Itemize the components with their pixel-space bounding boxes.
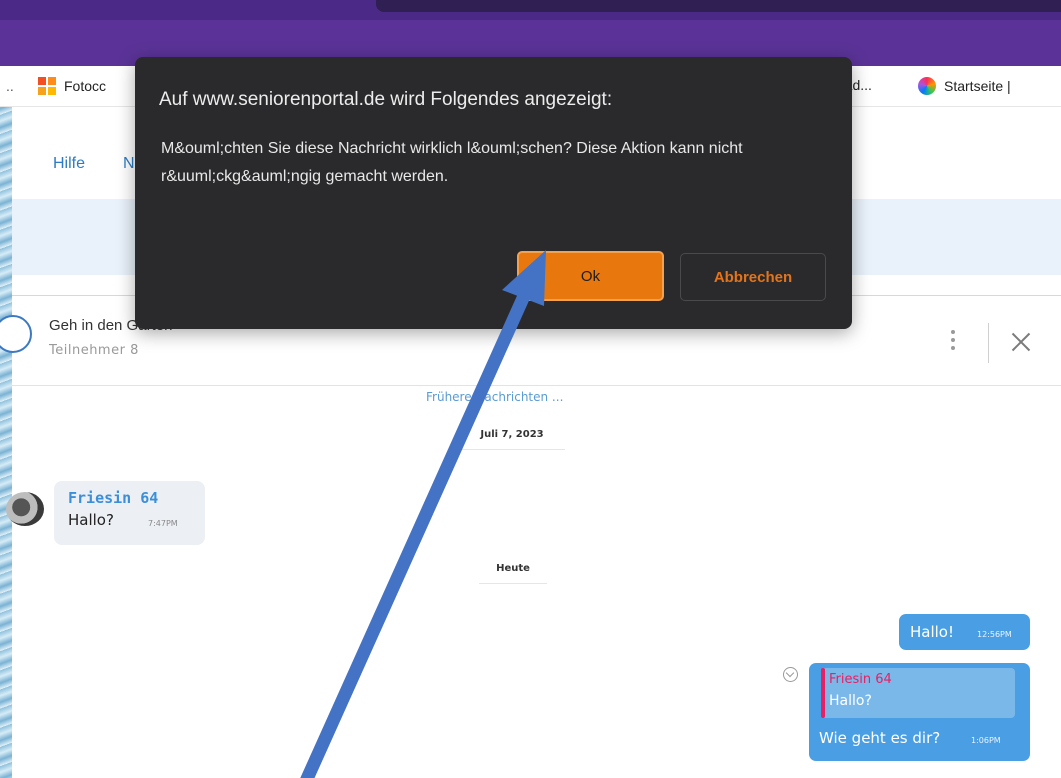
message-sender[interactable]: Friesin 64	[68, 489, 158, 507]
bookmark-label: Fotocc	[64, 78, 107, 94]
ok-button[interactable]: Ok	[517, 251, 664, 301]
dialog-message: M&ouml;chten Sie diese Nachricht wirklic…	[161, 140, 743, 185]
chevron-down-icon[interactable]	[783, 667, 798, 682]
date-separator: Heute	[479, 559, 547, 584]
bookmark-label: Startseite |	[944, 78, 1011, 94]
creative-cloud-icon	[918, 77, 936, 95]
date-separator: Juli 7, 2023	[459, 425, 565, 450]
load-earlier-messages[interactable]: Frühere Nachrichten ...	[426, 390, 563, 404]
address-bar[interactable]	[376, 0, 1061, 12]
bookmark-startseite[interactable]: Startseite |	[918, 77, 1011, 95]
message-text: Hallo!	[910, 623, 954, 641]
message-time: 12:56PM	[977, 630, 1012, 639]
message-incoming[interactable]: Friesin 64 Hallo? 7:47PM	[54, 481, 205, 545]
desktop-frame-left	[0, 0, 12, 778]
nav-link-partial[interactable]: N	[123, 155, 135, 173]
chat-participants[interactable]: Teilnehmer 8	[49, 343, 139, 358]
avatar[interactable]	[6, 492, 44, 526]
quote-accent-bar	[821, 668, 825, 718]
divider	[12, 385, 1061, 386]
message-outgoing[interactable]: Hallo! 12:56PM	[899, 614, 1030, 650]
bookmarks-overflow[interactable]: ..	[6, 78, 14, 94]
more-options-icon[interactable]	[950, 330, 956, 354]
chat-panel: Geh in den Garten Teilnehmer 8 Frühere N…	[0, 275, 1061, 778]
quote-text: Hallo?	[829, 693, 872, 709]
quote-sender: Friesin 64	[829, 672, 892, 687]
quoted-message[interactable]: Friesin 64 Hallo?	[821, 668, 1015, 718]
browser-titlebar	[0, 0, 1061, 20]
bookmark-fotocc[interactable]: Fotocc	[38, 77, 106, 95]
confirm-dialog: Auf www.seniorenportal.de wird Folgendes…	[135, 57, 852, 329]
message-time: 7:47PM	[148, 519, 178, 528]
divider	[988, 323, 989, 363]
dialog-title: Auf www.seniorenportal.de wird Folgendes…	[159, 89, 613, 110]
close-icon[interactable]	[1008, 329, 1034, 355]
message-text: Wie geht es dir?	[819, 729, 941, 747]
group-avatar[interactable]	[0, 315, 32, 353]
message-outgoing-reply[interactable]: Friesin 64 Hallo? Wie geht es dir? 1:06P…	[809, 663, 1030, 761]
microsoft-tile-icon	[38, 77, 56, 95]
message-text: Hallo?	[68, 511, 114, 529]
cancel-button[interactable]: Abbrechen	[680, 253, 826, 301]
nav-link-hilfe[interactable]: Hilfe	[53, 155, 85, 173]
message-time: 1:06PM	[971, 736, 1001, 745]
